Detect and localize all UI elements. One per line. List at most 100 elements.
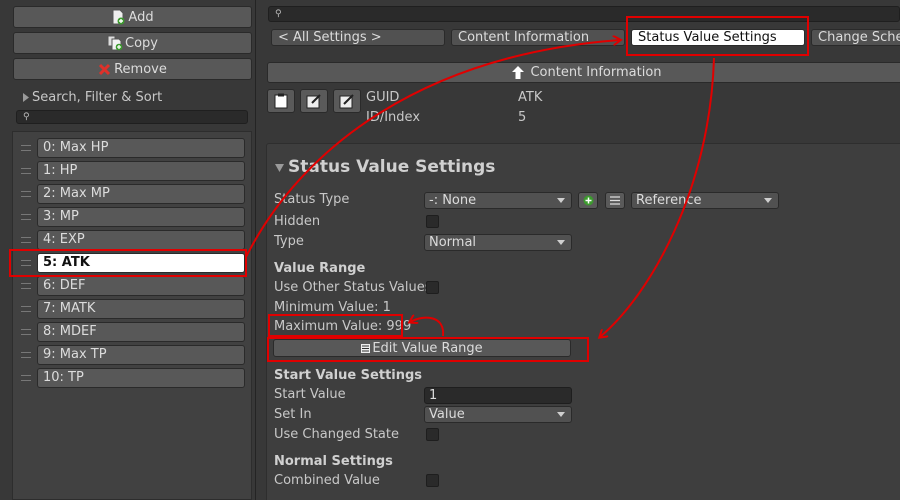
status-type-dropdown[interactable]: -: None xyxy=(424,192,572,209)
list-item[interactable]: 8: MDEF xyxy=(13,322,251,342)
reference-dropdown[interactable]: Reference xyxy=(631,192,779,209)
list-button[interactable] xyxy=(605,192,625,209)
list-item-label: 10: TP xyxy=(37,368,245,388)
change-scheme-tab-label: Change Schem xyxy=(818,30,900,45)
guid-value: ATK xyxy=(518,90,543,105)
foldout-arrow-icon xyxy=(23,93,29,102)
add-label: Add xyxy=(128,9,154,25)
drag-handle-icon[interactable] xyxy=(21,283,31,289)
set-in-value: Value xyxy=(429,407,465,422)
add-button[interactable]: Add xyxy=(13,6,252,28)
list-search-input[interactable]: ⚲ xyxy=(16,110,248,124)
chevron-down-icon xyxy=(557,412,565,417)
edit-button[interactable] xyxy=(333,89,361,113)
drag-handle-icon[interactable] xyxy=(21,237,31,243)
edit-value-range-button[interactable]: Edit Value Range xyxy=(273,339,571,357)
search-icon: ⚲ xyxy=(23,112,30,122)
settings-search-input[interactable]: ⚲ xyxy=(268,6,900,22)
list-item[interactable]: 5: ATK xyxy=(13,253,251,273)
list-item[interactable]: 9: Max TP xyxy=(13,345,251,365)
drag-handle-icon[interactable] xyxy=(21,145,31,151)
list-item-label: 1: HP xyxy=(37,161,245,181)
guid-label: GUID xyxy=(366,90,400,105)
hidden-checkbox[interactable] xyxy=(426,215,439,228)
list-item[interactable]: 1: HP xyxy=(13,161,251,181)
normal-settings-header: Normal Settings xyxy=(274,454,393,469)
remove-x-icon xyxy=(99,63,111,75)
list-icon xyxy=(610,196,620,205)
search-filter-sort-foldout[interactable]: Search, Filter & Sort xyxy=(20,89,250,107)
type-value: Normal xyxy=(429,235,477,250)
use-other-status-values-checkbox[interactable] xyxy=(426,281,439,294)
change-scheme-tab[interactable]: Change Schem xyxy=(811,29,900,46)
clipboard-icon xyxy=(274,93,288,109)
drag-handle-icon[interactable] xyxy=(21,375,31,381)
left-panel: Add Copy Remove Search, Filter & Sort ⚲ … xyxy=(0,0,256,500)
chevron-down-icon xyxy=(557,198,565,203)
content-information-bar-label: Content Information xyxy=(530,65,662,80)
list-item-label: 7: MATK xyxy=(37,299,245,319)
edit-icon xyxy=(339,94,354,109)
chevron-down-icon xyxy=(764,198,772,203)
drag-handle-icon[interactable] xyxy=(21,214,31,220)
add-status-button[interactable] xyxy=(578,192,598,209)
list-item-label: 3: MP xyxy=(37,207,245,227)
copy-file-icon xyxy=(107,35,123,51)
remove-label: Remove xyxy=(114,61,167,77)
all-settings-button[interactable]: < All Settings > xyxy=(271,29,445,46)
list-item-label: 0: Max HP xyxy=(37,138,245,158)
drag-handle-icon[interactable] xyxy=(21,260,31,266)
remove-button[interactable]: Remove xyxy=(13,58,252,80)
type-dropdown[interactable]: Normal xyxy=(424,234,572,251)
start-value-input[interactable]: 1 xyxy=(424,387,572,404)
list-item[interactable]: 10: TP xyxy=(13,368,251,388)
add-file-icon xyxy=(112,9,125,25)
plus-icon xyxy=(583,195,594,206)
start-value-value: 1 xyxy=(429,388,438,403)
list-item[interactable]: 0: Max HP xyxy=(13,138,251,158)
maximum-value-text: Maximum Value: 999 xyxy=(274,319,412,334)
content-information-bar[interactable]: Content Information xyxy=(267,62,900,83)
id-index-label: ID/Index xyxy=(366,110,421,125)
list-item[interactable]: 6: DEF xyxy=(13,276,251,296)
status-type-value: -: None xyxy=(429,193,477,208)
start-value-label: Start Value xyxy=(274,387,346,402)
status-value-settings-tab-label: Status Value Settings xyxy=(638,30,777,45)
hidden-label: Hidden xyxy=(274,214,321,229)
list-item-label: 4: EXP xyxy=(37,230,245,250)
type-label: Type xyxy=(274,234,304,249)
content-information-tab[interactable]: Content Information xyxy=(451,29,625,46)
use-other-status-values-label: Use Other Status Values xyxy=(274,280,432,295)
search-icon: ⚲ xyxy=(275,9,282,19)
drag-handle-icon[interactable] xyxy=(21,191,31,197)
drag-handle-icon[interactable] xyxy=(21,168,31,174)
combined-value-checkbox[interactable] xyxy=(426,474,439,487)
id-index-value: 5 xyxy=(518,110,527,125)
right-panel: ⚲ < All Settings > Content Information S… xyxy=(262,0,900,500)
drag-handle-icon[interactable] xyxy=(21,329,31,335)
list-icon xyxy=(361,343,371,353)
copy-button[interactable]: Copy xyxy=(13,32,252,54)
list-item[interactable]: 7: MATK xyxy=(13,299,251,319)
list-item[interactable]: 4: EXP xyxy=(13,230,251,250)
search-filter-sort-label: Search, Filter & Sort xyxy=(32,90,163,105)
status-type-label: Status Type xyxy=(274,192,350,207)
value-range-header: Value Range xyxy=(274,261,366,276)
use-changed-state-label: Use Changed State xyxy=(274,427,399,442)
chevron-down-icon xyxy=(557,240,565,245)
open-edit-button[interactable] xyxy=(300,89,328,113)
edit-icon xyxy=(306,94,321,109)
edit-value-range-label: Edit Value Range xyxy=(372,340,483,356)
all-settings-label: < All Settings > xyxy=(278,30,382,45)
drag-handle-icon[interactable] xyxy=(21,306,31,312)
list-item-label: 2: Max MP xyxy=(37,184,245,204)
use-changed-state-checkbox[interactable] xyxy=(426,428,439,441)
list-item[interactable]: 2: Max MP xyxy=(13,184,251,204)
drag-handle-icon[interactable] xyxy=(21,352,31,358)
clipboard-button[interactable] xyxy=(267,89,295,113)
set-in-dropdown[interactable]: Value xyxy=(424,406,572,423)
list-item[interactable]: 3: MP xyxy=(13,207,251,227)
item-list: 0: Max HP 1: HP 2: Max MP 3: MP 4: EXP 5: ATK… xyxy=(12,131,252,500)
status-value-settings-tab[interactable]: Status Value Settings xyxy=(631,29,805,46)
minimum-value-text: Minimum Value: 1 xyxy=(274,300,391,315)
